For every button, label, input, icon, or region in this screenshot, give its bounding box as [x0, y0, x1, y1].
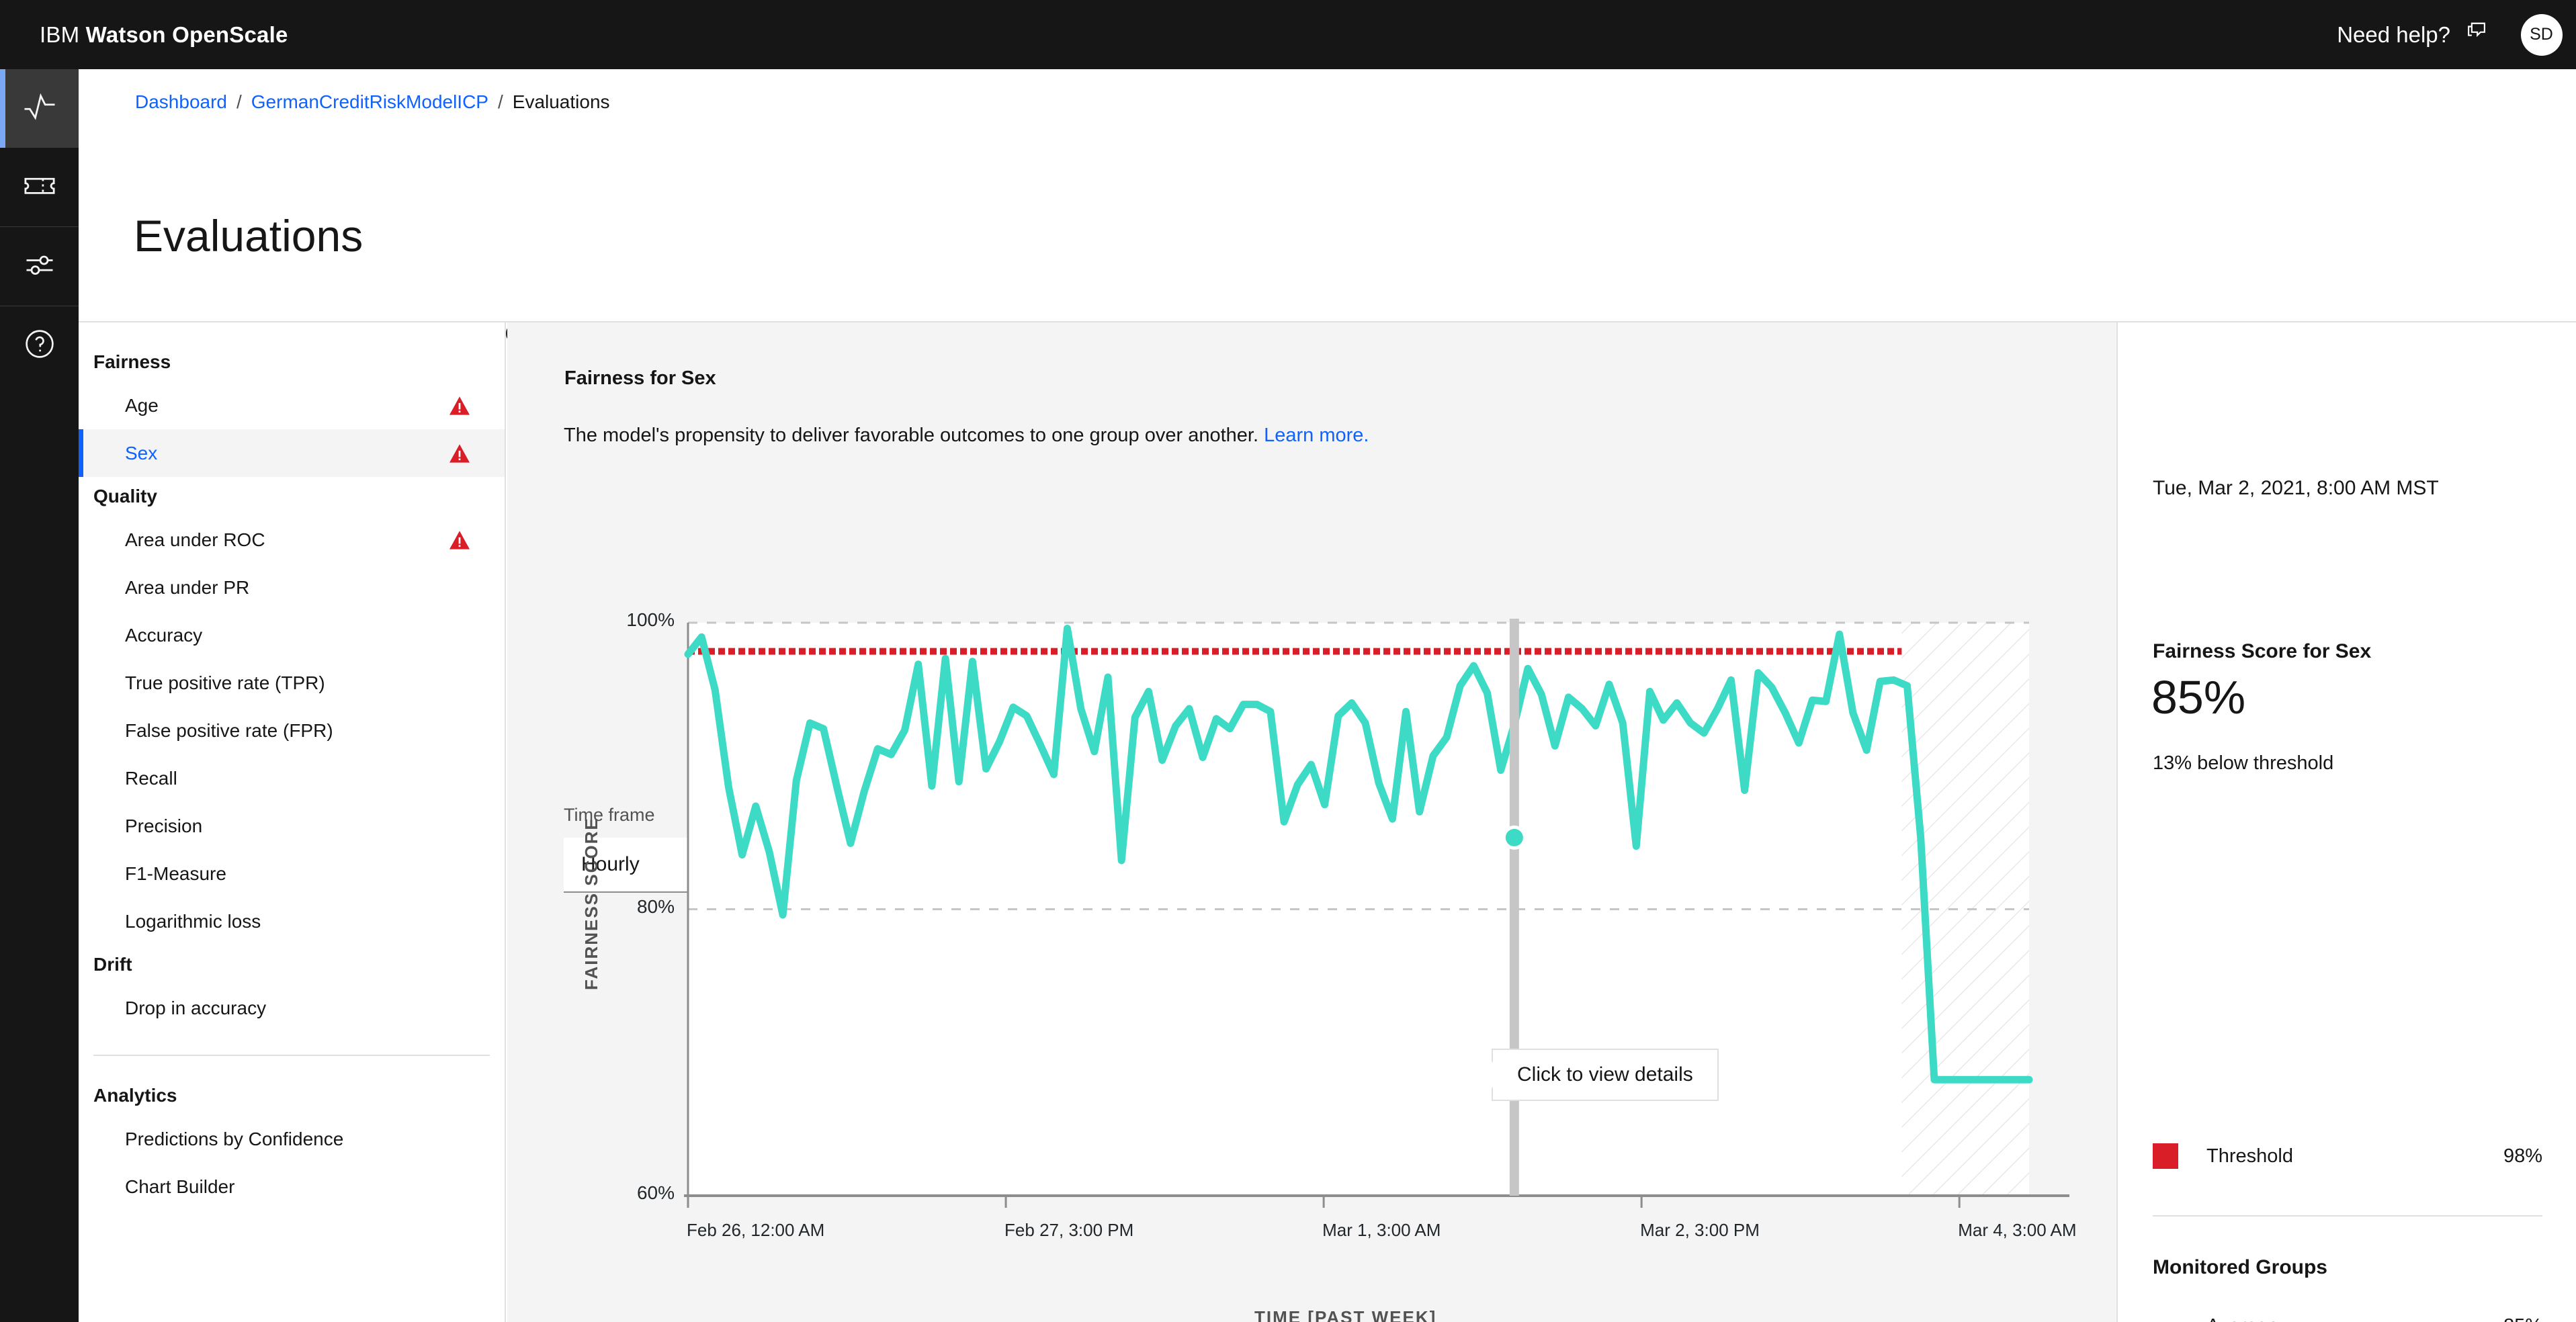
fairness-score-subtext: 13% below threshold: [2153, 752, 2334, 774]
sidebar-group-drift: Drift: [93, 954, 132, 975]
app-brand: IBM Watson OpenScale: [40, 22, 288, 48]
sidebar-item-area-under-pr[interactable]: Area under PR: [79, 564, 505, 611]
sidebar-item-label: Recall: [125, 767, 177, 789]
sidebar-group-fairness: Fairness: [93, 351, 171, 372]
chart-tooltip-text: Click to view details: [1517, 1063, 1693, 1086]
brand-product: Watson OpenScale: [85, 21, 288, 47]
sidebar-item-age[interactable]: Age: [79, 382, 505, 429]
brand-ibm: IBM: [40, 21, 80, 47]
fairness-score-title: Fairness Score for Sex: [2153, 640, 2372, 662]
sidebar-item-label: Area under PR: [125, 576, 250, 598]
avatar: SD: [2520, 13, 2563, 56]
x-tick-label: Mar 4, 3:00 AM: [1958, 1220, 2077, 1240]
group-color-swatch-empty: [2153, 1313, 2178, 1322]
threshold-color-swatch: [2153, 1143, 2178, 1169]
help-circle-icon: [23, 327, 56, 364]
threshold-value: 98%: [2503, 1145, 2542, 1167]
sliders-icon: [22, 247, 57, 285]
threshold-legend-row: Threshold 98%: [2153, 1143, 2542, 1169]
selection-marker-line: [1509, 619, 1519, 1196]
fairness-score-value: 85%: [2151, 671, 2246, 723]
breadcrumb-separator-1: /: [236, 91, 242, 112]
sidebar-item-drop-in-accuracy[interactable]: Drop in accuracy: [79, 984, 505, 1032]
left-icon-rail: [0, 69, 79, 1322]
need-help-button[interactable]: Need help?: [2319, 0, 2507, 69]
breadcrumb: Dashboard / GermanCreditRiskModelICP / E…: [135, 91, 610, 113]
sidebar-item-label: Precision: [125, 815, 203, 836]
x-tick-label: Feb 27, 3:00 PM: [1004, 1220, 1134, 1240]
sidebar-item-label: True positive rate (TPR): [125, 672, 325, 693]
sidebar-item-recall[interactable]: Recall: [79, 754, 505, 802]
sidebar-item-label: Logarithmic loss: [125, 910, 261, 932]
ticket-icon: [22, 168, 57, 206]
sidebar-item-chart-builder[interactable]: Chart Builder: [79, 1163, 505, 1210]
sidebar-item-precision[interactable]: Precision: [79, 802, 505, 850]
page-title: Evaluations: [134, 211, 363, 261]
sidebar-item-area-under-roc[interactable]: Area under ROC: [79, 516, 505, 564]
page-header: Dashboard / GermanCreditRiskModelICP / E…: [79, 69, 2576, 344]
sidebar-item-label: F1-Measure: [125, 863, 226, 884]
sidebar-item-label: Predictions by Confidence: [125, 1128, 344, 1149]
x-tick-label: Mar 1, 3:00 AM: [1322, 1220, 1441, 1240]
breadcrumb-separator-2: /: [497, 91, 503, 112]
sidebar-item-sex[interactable]: Sex: [79, 429, 505, 477]
x-tick-label: Feb 26, 12:00 AM: [687, 1220, 825, 1240]
sidebar-item-false-positive-rate-fpr[interactable]: False positive rate (FPR): [79, 707, 505, 754]
chart-svg[interactable]: [507, 322, 2116, 1322]
sidebar-item-f1-measure[interactable]: F1-Measure: [79, 850, 505, 897]
sidebar-item-predictions-by-confidence[interactable]: Predictions by Confidence: [79, 1115, 505, 1163]
sidebar-item-label: Accuracy: [125, 624, 203, 646]
sidebar-item-label: Drop in accuracy: [125, 997, 267, 1018]
alert-triangle-icon: [449, 396, 470, 415]
top-header-bar: IBM Watson OpenScale Need help? SD: [0, 0, 2576, 69]
chat-icon: [2464, 20, 2489, 49]
activity-pulse-icon: [22, 89, 57, 128]
avatar-initials: SD: [2530, 25, 2553, 44]
details-timestamp: Tue, Mar 2, 2021, 8:00 AM MST: [2153, 477, 2439, 499]
rail-item-configure[interactable]: [0, 227, 79, 306]
sidebar-item-logarithmic-loss[interactable]: Logarithmic loss: [79, 897, 505, 945]
group-row-average: Average 85%: [2153, 1313, 2542, 1322]
sidebar-group-quality: Quality: [93, 486, 157, 506]
fairness-line-chart: FAIRNESS SCORE 100% 80% 60% Feb 26, 12:00 AM…: [507, 322, 2116, 1322]
breadcrumb-item-dashboard[interactable]: Dashboard: [135, 91, 227, 113]
top-header-actions: Need help? SD: [2319, 0, 2576, 69]
sidebar-item-label: Area under ROC: [125, 529, 265, 550]
sidebar-item-true-positive-rate-tpr[interactable]: True positive rate (TPR): [79, 659, 505, 707]
sidebar-item-label: False positive rate (FPR): [125, 719, 333, 741]
sidebar-item-label: Sex: [125, 442, 158, 464]
rail-item-tickets[interactable]: [0, 148, 79, 226]
y-tick-label: 100%: [626, 609, 675, 630]
group-label-average: Average: [2206, 1315, 2279, 1322]
threshold-label: Threshold: [2206, 1145, 2293, 1167]
user-avatar-button[interactable]: SD: [2507, 0, 2576, 69]
breadcrumb-item-current: Evaluations: [512, 91, 610, 112]
rail-item-evaluations[interactable]: [0, 69, 79, 148]
sidebar-item-accuracy[interactable]: Accuracy: [79, 611, 505, 659]
rail-item-help[interactable]: [0, 306, 79, 385]
details-panel: Tue, Mar 2, 2021, 8:00 AM MST Fairness S…: [2116, 322, 2576, 1322]
sidebar-item-label: Chart Builder: [125, 1176, 235, 1197]
monitor-sidebar: Fairness Age Sex Quality Area under ROC Area …: [79, 322, 506, 1322]
breadcrumb-item-model[interactable]: GermanCreditRiskModelICP: [251, 91, 488, 113]
selected-point-marker: [1505, 828, 1523, 846]
details-divider-1: [2153, 1215, 2542, 1217]
need-help-label: Need help?: [2337, 21, 2450, 47]
alert-triangle-icon: [449, 530, 470, 549]
sidebar-group-analytics: Analytics: [93, 1085, 177, 1106]
x-axis-title: TIME [PAST WEEK]: [1254, 1307, 1437, 1322]
y-tick-label: 80%: [636, 895, 675, 917]
chart-tooltip[interactable]: Click to view details: [1477, 1049, 1719, 1101]
app-root: IBM Watson OpenScale Need help? SD Dashb…: [0, 0, 2576, 1322]
x-tick-label: Mar 2, 3:00 PM: [1640, 1220, 1760, 1240]
alert-triangle-icon: [449, 443, 470, 463]
group-value-average: 85%: [2503, 1315, 2542, 1322]
sidebar-item-label: Age: [125, 394, 159, 416]
chart-panel: Fairness for Sex The model's propensity …: [507, 322, 2116, 1322]
y-tick-label: 60%: [636, 1182, 675, 1203]
monitored-groups-title: Monitored Groups: [2153, 1256, 2327, 1278]
